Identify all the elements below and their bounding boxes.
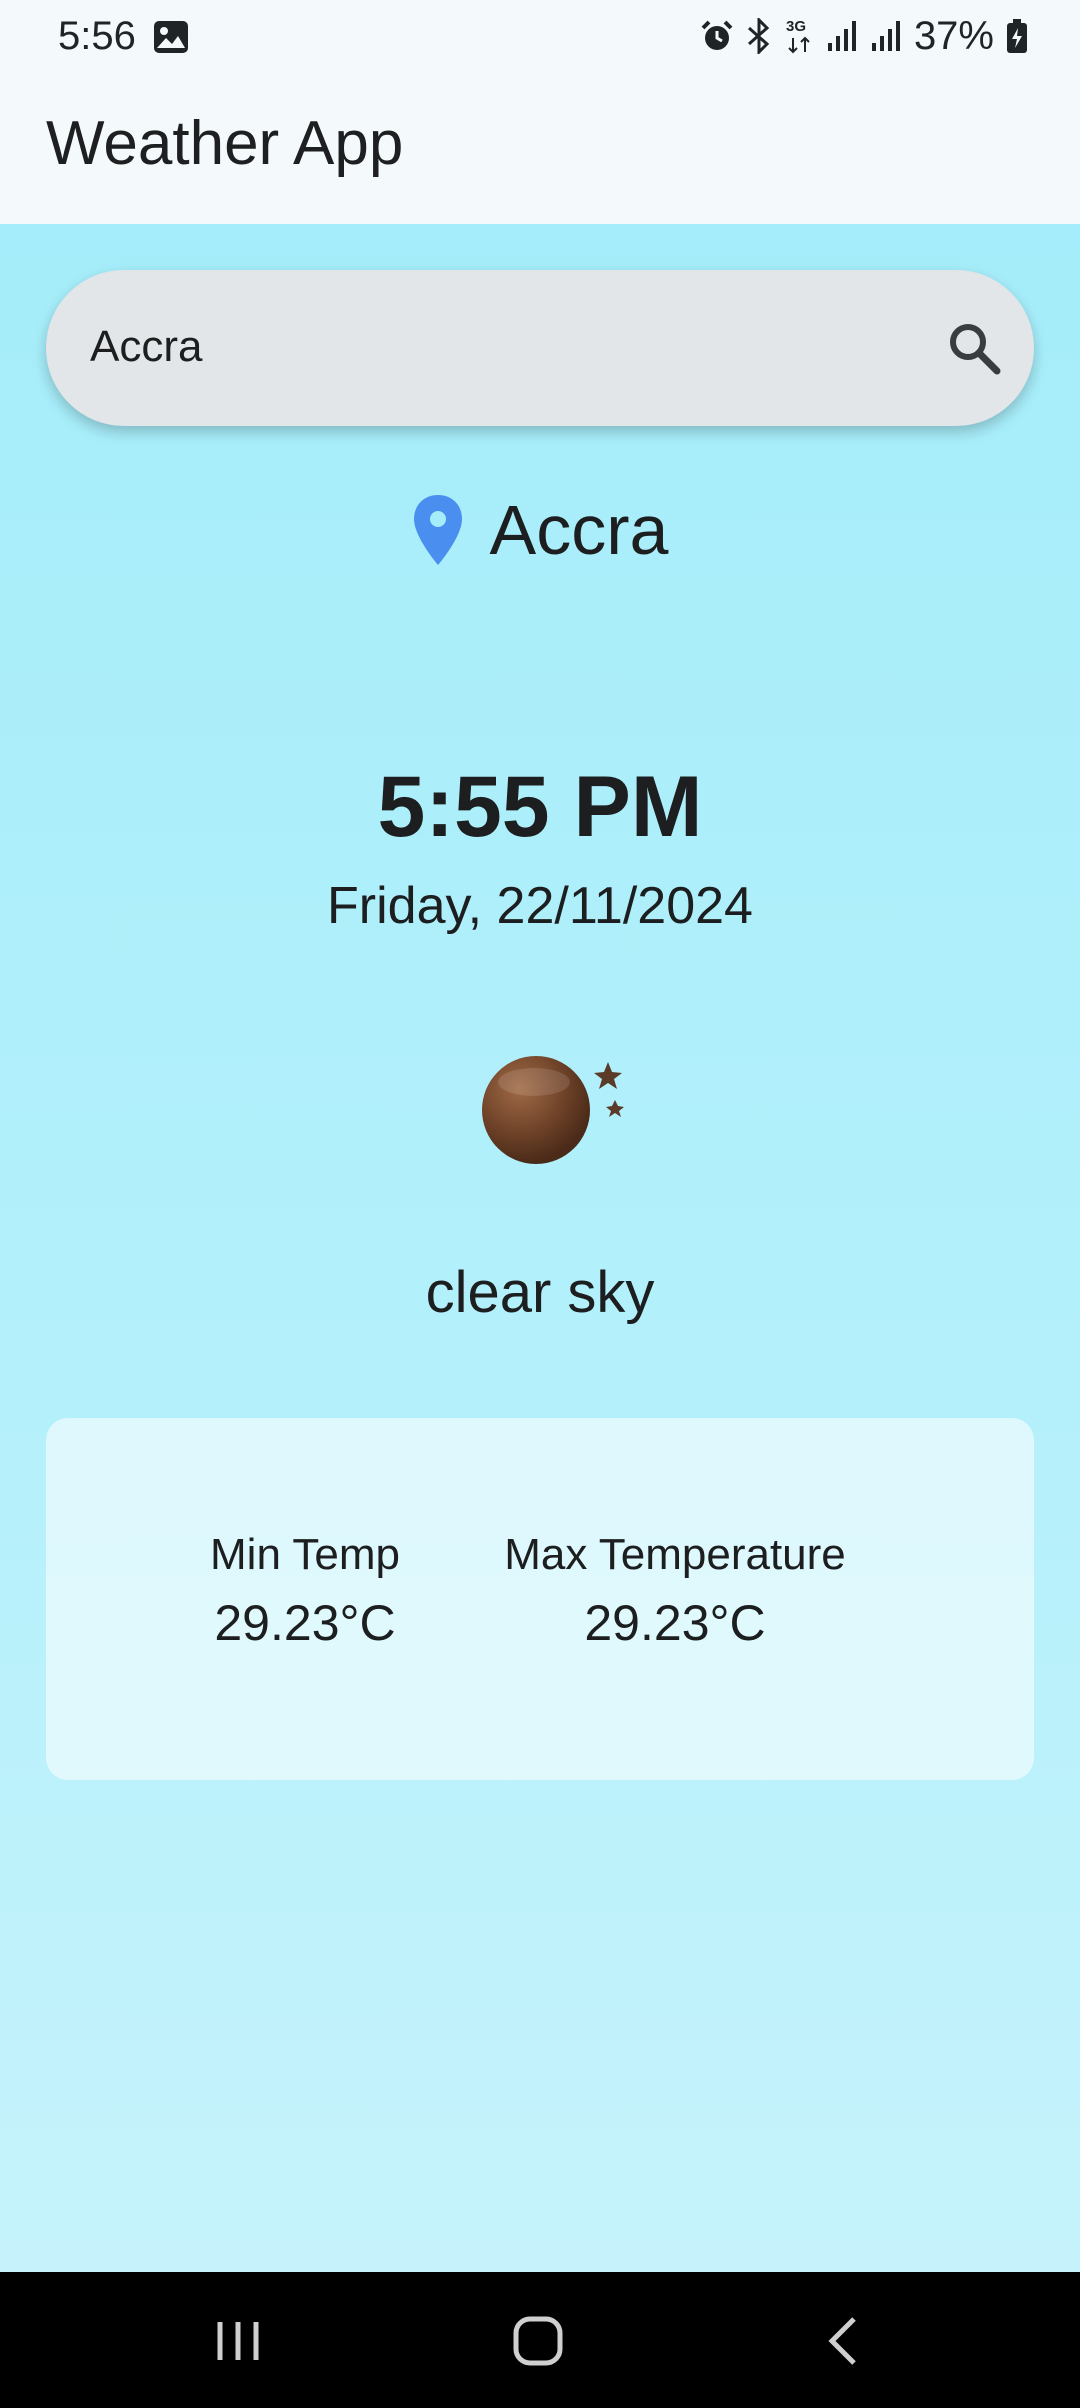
current-date: Friday, 22/11/2024 xyxy=(327,877,753,935)
current-time: 5:55 PM xyxy=(377,759,703,855)
search-bar[interactable]: Accra xyxy=(46,270,1034,426)
network-type-label: 3G xyxy=(786,18,806,35)
location-row: Accra xyxy=(0,490,1080,570)
min-temp-column: Min Temp 29.23°C xyxy=(188,1530,422,1652)
gallery-icon xyxy=(154,21,188,53)
max-temp-column: Max Temperature 29.23°C xyxy=(480,1530,870,1652)
location-name: Accra xyxy=(489,491,669,569)
max-temp-label: Max Temperature xyxy=(504,1530,846,1579)
clear-sky-night-icon xyxy=(482,1056,624,1164)
system-nav-bar xyxy=(0,2272,1080,2408)
min-temp-value: 29.23°C xyxy=(214,1595,396,1651)
alarm-icon xyxy=(701,20,733,50)
main-content: Accra Accra 5:55 PM Friday, 22/11/2024 c… xyxy=(0,224,1080,2272)
3g-icon: 3G xyxy=(786,18,810,54)
weather-description: clear sky xyxy=(425,1260,655,1325)
search-icon[interactable] xyxy=(944,318,1004,378)
app-title: Weather App xyxy=(46,109,404,178)
min-temp-label: Min Temp xyxy=(210,1530,400,1579)
app-bar: Weather App xyxy=(0,72,1080,224)
status-bar: 5:56 3G 37% xyxy=(0,0,1080,72)
max-temp-value: 29.23°C xyxy=(584,1595,766,1651)
status-time: 5:56 xyxy=(58,14,136,58)
status-icons: 3G 37% xyxy=(700,12,1028,60)
recent-apps-icon[interactable] xyxy=(208,2316,268,2366)
location-pin-icon xyxy=(413,495,462,565)
back-icon[interactable] xyxy=(814,2316,874,2366)
battery-percent: 37% xyxy=(913,13,994,58)
bluetooth-icon xyxy=(747,18,770,54)
signal-icon xyxy=(871,21,900,51)
home-icon[interactable] xyxy=(508,2316,568,2366)
search-input[interactable]: Accra xyxy=(90,322,202,372)
signal-icon xyxy=(827,21,856,51)
battery-charging-icon xyxy=(1007,19,1027,53)
temperature-card: Min Temp 29.23°C Max Temperature 29.23°C xyxy=(46,1418,1034,1780)
